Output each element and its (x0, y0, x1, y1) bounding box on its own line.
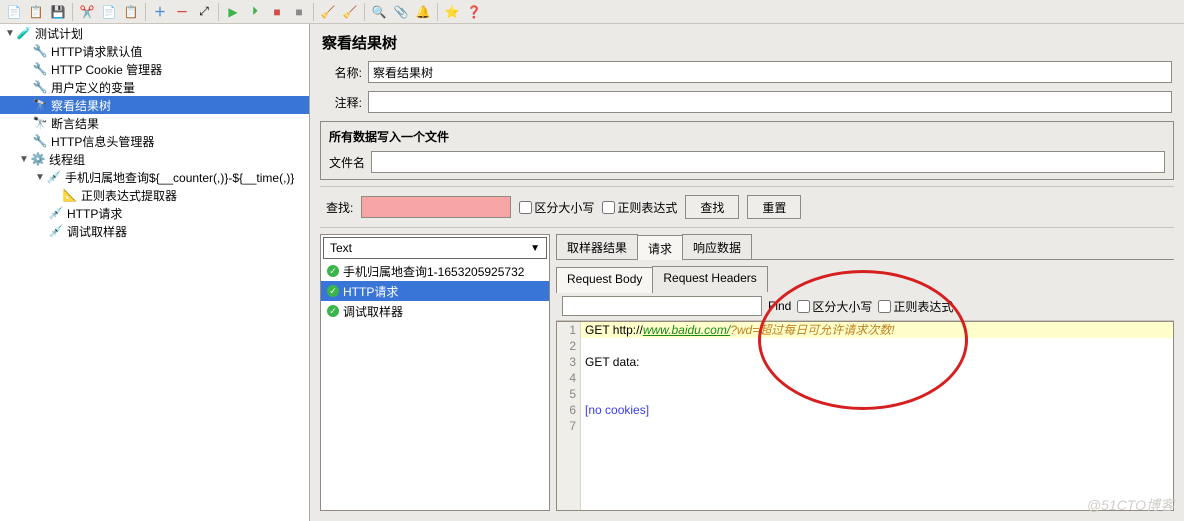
chevron-down-icon: ▼ (530, 243, 540, 254)
tree-root[interactable]: ▼ 🧪 测试计划 (0, 24, 309, 42)
template-icon[interactable]: 📋 (26, 2, 46, 22)
case-checkbox[interactable]: 区分大小写 (519, 199, 594, 216)
pipette-icon: 💉 (48, 205, 64, 221)
tree-item-header-manager[interactable]: 🔧HTTP信息头管理器 (0, 132, 309, 150)
tree-item-results-tree[interactable]: 🔭察看结果树 (0, 96, 309, 114)
tree-debug-sampler[interactable]: 💉调试取样器 (0, 222, 309, 240)
name-input[interactable] (368, 61, 1172, 83)
save-icon[interactable]: 💾 (48, 2, 68, 22)
flask-icon: 🧪 (16, 25, 32, 41)
binoculars-icon: 🔭 (32, 97, 48, 113)
tab-response-data[interactable]: 响应数据 (682, 234, 752, 259)
find-case-checkbox[interactable]: 区分大小写 (797, 298, 872, 315)
start-icon[interactable]: ▶ (223, 2, 243, 22)
sample-row[interactable]: ✓调试取样器 (321, 301, 549, 321)
wrench-icon: 🔧 (32, 133, 48, 149)
filename-input[interactable] (371, 151, 1165, 173)
pipette-icon: 💉 (46, 169, 62, 185)
file-output-frame: 所有数据写入一个文件 文件名 (320, 121, 1174, 180)
tab-sampler-result[interactable]: 取样器结果 (556, 234, 638, 259)
clear-all-icon[interactable]: 🧹 (340, 2, 360, 22)
copy-icon[interactable]: 📄 (99, 2, 119, 22)
tree-item-http-defaults[interactable]: 🔧HTTP请求默认值 (0, 42, 309, 60)
comment-input[interactable] (368, 91, 1172, 113)
main-toolbar: 📄 📋 💾 ✂️ 📄 📋 ＋ － ⤢ ▶ ⏵ ■ ■ 🧹 🧹 🔍 📎 🔔 ⭐ ❓ (0, 0, 1184, 24)
line-gutter: 1234567 (557, 322, 581, 510)
help-icon[interactable]: ❓ (464, 2, 484, 22)
search-icon[interactable]: 🔍 (369, 2, 389, 22)
scissors-icon[interactable]: ✂️ (77, 2, 97, 22)
tree-regex-extractor[interactable]: 📐正则表达式提取器 (0, 186, 309, 204)
tree-item-assertion-results[interactable]: 🔭断言结果 (0, 114, 309, 132)
tree-http-request[interactable]: 💉HTTP请求 (0, 204, 309, 222)
wrench-icon: 🔧 (32, 61, 48, 77)
processor-icon: 📐 (62, 187, 78, 203)
start-no-icon[interactable]: ⏵ (245, 2, 265, 22)
clipboard-icon[interactable]: 📎 (391, 2, 411, 22)
comment-label: 注释: (322, 94, 362, 111)
regex-checkbox[interactable]: 正则表达式 (602, 199, 677, 216)
gear-icon: ⚙️ (30, 151, 46, 167)
watermark: @51CTO博客 (1087, 495, 1174, 515)
result-tabs: 取样器结果 请求 响应数据 (556, 234, 1174, 260)
success-icon: ✓ (327, 265, 339, 277)
tab-request-headers[interactable]: Request Headers (652, 266, 767, 292)
name-label: 名称: (322, 64, 362, 81)
tab-request-body[interactable]: Request Body (556, 267, 653, 293)
find-input[interactable] (562, 296, 762, 316)
clear-icon[interactable]: 🧹 (318, 2, 338, 22)
tree-item-user-vars[interactable]: 🔧用户定义的变量 (0, 78, 309, 96)
sample-row[interactable]: ✓HTTP请求 (321, 281, 549, 301)
function-icon[interactable]: ⭐ (442, 2, 462, 22)
find-regex-checkbox[interactable]: 正则表达式 (878, 298, 953, 315)
wrench-icon: 🔧 (32, 43, 48, 59)
filename-label: 文件名 (329, 154, 365, 171)
plus-icon[interactable]: ＋ (150, 2, 170, 22)
success-icon: ✓ (327, 305, 339, 317)
request-body-viewer[interactable]: 1234567 GET http://www.baidu.com/?wd=超过每… (556, 321, 1174, 511)
sample-row[interactable]: ✓手机归属地查询1-1653205925732 (321, 261, 549, 281)
tree-thread-group[interactable]: ▼⚙️线程组 (0, 150, 309, 168)
tree-root-label: 测试计划 (35, 25, 83, 42)
success-icon: ✓ (327, 285, 339, 297)
expand-toggle-icon[interactable]: ▼ (34, 172, 46, 183)
file-section-title: 所有数据写入一个文件 (329, 128, 1165, 145)
tab-request[interactable]: 请求 (637, 235, 683, 260)
expand-toggle-icon[interactable]: ▼ (4, 28, 16, 39)
binoculars-icon: 🔭 (32, 115, 48, 131)
pipette-icon: 💉 (48, 223, 64, 239)
reset-button[interactable]: 重置 (747, 195, 801, 219)
detail-panel: 察看结果树 名称: 注释: 所有数据写入一个文件 文件名 查找: 区分大小写 正… (310, 24, 1184, 521)
search-button[interactable]: 查找 (685, 195, 739, 219)
collapse-icon[interactable]: ⤢ (194, 2, 214, 22)
search-input[interactable] (361, 196, 511, 218)
stop-icon[interactable]: ■ (267, 2, 287, 22)
sound-icon[interactable]: 🔔 (413, 2, 433, 22)
tree-item-cookie-manager[interactable]: 🔧HTTP Cookie 管理器 (0, 60, 309, 78)
request-detail: 取样器结果 请求 响应数据 Request Body Request Heade… (556, 234, 1174, 511)
find-label: Find (768, 299, 791, 313)
wrench-icon: 🔧 (32, 79, 48, 95)
tree-sampler-phone[interactable]: ▼💉手机归属地查询${__counter(,)}-${__time(,)} (0, 168, 309, 186)
renderer-select[interactable]: Text ▼ (323, 237, 547, 259)
code-content: GET http://www.baidu.com/?wd=超过每日可允许请求次数… (581, 322, 1173, 510)
minus-icon[interactable]: － (172, 2, 192, 22)
panel-title: 察看结果树 (310, 24, 1184, 57)
test-plan-tree[interactable]: ▼ 🧪 测试计划 🔧HTTP请求默认值 🔧HTTP Cookie 管理器 🔧用户… (0, 24, 310, 521)
request-sub-tabs: Request Body Request Headers (556, 266, 1174, 292)
new-icon[interactable]: 📄 (4, 2, 24, 22)
shutdown-icon[interactable]: ■ (289, 2, 309, 22)
sample-result-list: Text ▼ ✓手机归属地查询1-1653205925732 ✓HTTP请求 ✓… (320, 234, 550, 511)
expand-toggle-icon[interactable]: ▼ (18, 154, 30, 165)
paste-icon[interactable]: 📋 (121, 2, 141, 22)
search-label: 查找: (326, 199, 353, 216)
